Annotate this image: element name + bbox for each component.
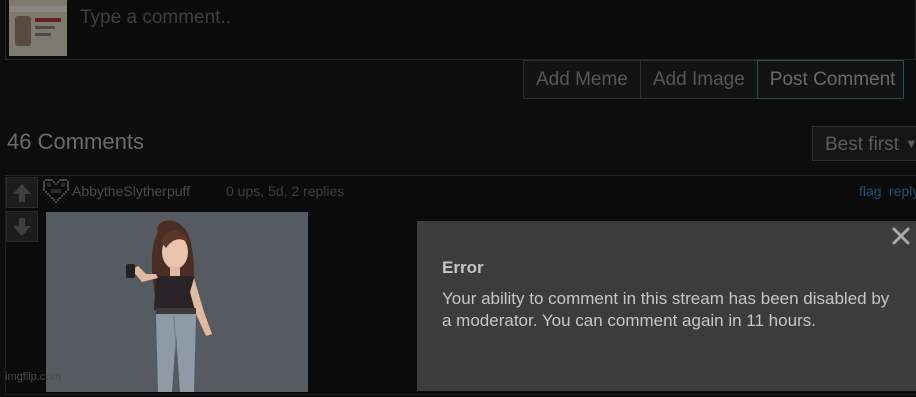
downvote-button[interactable] — [6, 211, 38, 242]
sort-selected-label: Best first — [825, 134, 899, 155]
arrow-down-icon — [13, 218, 31, 236]
comment-box — [5, 0, 916, 60]
add-meme-button[interactable]: Add Meme — [523, 60, 641, 99]
reply-link[interactable]: reply — [889, 183, 916, 199]
caret-down-icon: ▼ — [904, 136, 916, 151]
sort-select[interactable]: Best first ▼ — [812, 126, 916, 161]
user-avatar — [9, 0, 67, 56]
flag-link[interactable]: flag — [859, 183, 882, 199]
comment-input[interactable] — [78, 4, 902, 32]
error-title: Error — [442, 258, 484, 277]
arrow-up-icon — [13, 184, 31, 202]
pixel-heart-icon — [43, 179, 69, 203]
upvote-button[interactable] — [6, 177, 38, 208]
comment-meta: 0 ups, 5d, 2 replies — [226, 183, 345, 199]
error-message: Your ability to comment in this stream h… — [442, 289, 890, 330]
comment-meme-image — [46, 212, 308, 392]
imgflip-watermark: imgflip.com — [5, 371, 61, 383]
comments-count: 46 Comments — [7, 129, 144, 154]
post-comment-button[interactable]: Post Comment — [756, 60, 904, 99]
comment-username[interactable]: AbbytheSlytherpuff — [72, 183, 190, 199]
close-icon[interactable] — [891, 226, 911, 246]
add-image-button[interactable]: Add Image — [639, 60, 758, 99]
comment-actions: Add Meme Add Image Post Comment — [523, 60, 904, 99]
